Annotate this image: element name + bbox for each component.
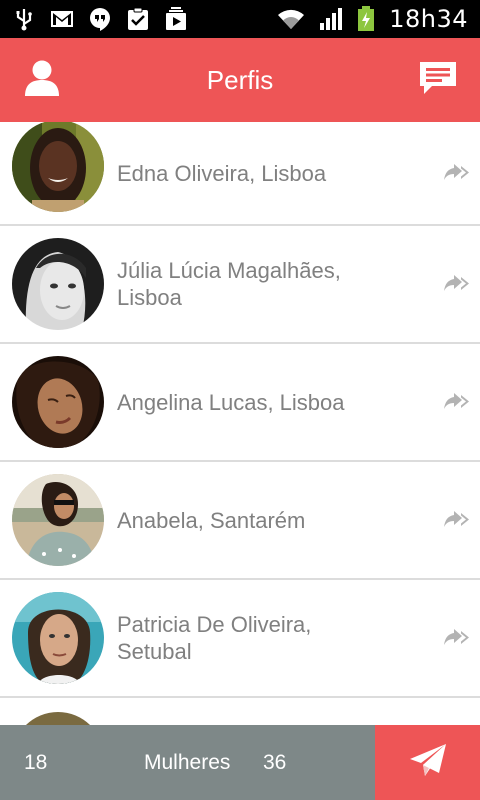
avatar [12,712,104,725]
hangouts-icon [88,7,112,31]
clock: 18h34 [389,5,468,33]
share-arrow-icon[interactable] [444,629,470,647]
signal-icon [319,7,343,31]
status-bar: 18h34 [0,0,480,38]
page-title: Perfis [206,64,274,95]
profile-row[interactable]: Angelina Lucas, Lisboa [0,344,480,462]
share-arrow-icon[interactable] [444,275,470,293]
age-max: 36 [263,751,287,774]
profile-row[interactable]: Patricia De Oliveira, Setubal [0,580,480,698]
media-icon [164,7,188,31]
profile-row[interactable]: Júlia Lúcia Magalhães, Lisboa [0,226,480,344]
clipboard-check-icon [126,7,150,31]
gmail-icon [50,7,74,31]
share-arrow-icon[interactable] [444,511,470,529]
profile-name: Edna Oliveira, Lisboa [117,160,327,186]
person-icon [23,59,61,102]
avatar [12,592,104,684]
age-min: 18 [24,751,48,774]
send-button[interactable] [375,725,480,800]
profile-name: Angelina Lucas, Lisboa [117,389,345,415]
battery-charging-icon [357,6,375,31]
filter-bar: 18 Mulheres 36 [0,725,480,800]
profile-row[interactable]: Edna Oliveira, Lisboa [0,122,480,226]
messages-button[interactable] [416,58,460,102]
chat-icon [418,60,458,101]
profile-row[interactable] [0,698,480,725]
avatar [12,238,104,330]
profile-list[interactable]: Edna Oliveira, Lisboa Júlia Lúcia Magalh… [0,122,480,725]
notification-icons [12,7,188,31]
profile-name: Anabela, Santarém [117,507,306,533]
system-icons: 18h34 [277,5,468,33]
share-arrow-icon[interactable] [444,164,470,182]
paper-plane-icon [409,743,447,782]
gender-label: Mulheres [144,751,231,774]
profile-button[interactable] [20,58,64,102]
avatar [12,122,104,212]
avatar [12,356,104,448]
share-arrow-icon[interactable] [444,393,470,411]
profile-name: Júlia Lúcia Magalhães, Lisboa [117,258,341,310]
usb-icon [12,7,36,31]
profile-row[interactable]: Anabela, Santarém [0,462,480,580]
wifi-icon [277,7,305,31]
avatar [12,474,104,566]
profile-name: Patricia De Oliveira, Setubal [117,612,312,664]
age-filter[interactable]: 18 Mulheres 36 [0,725,375,800]
app-bar: Perfis [0,38,480,122]
